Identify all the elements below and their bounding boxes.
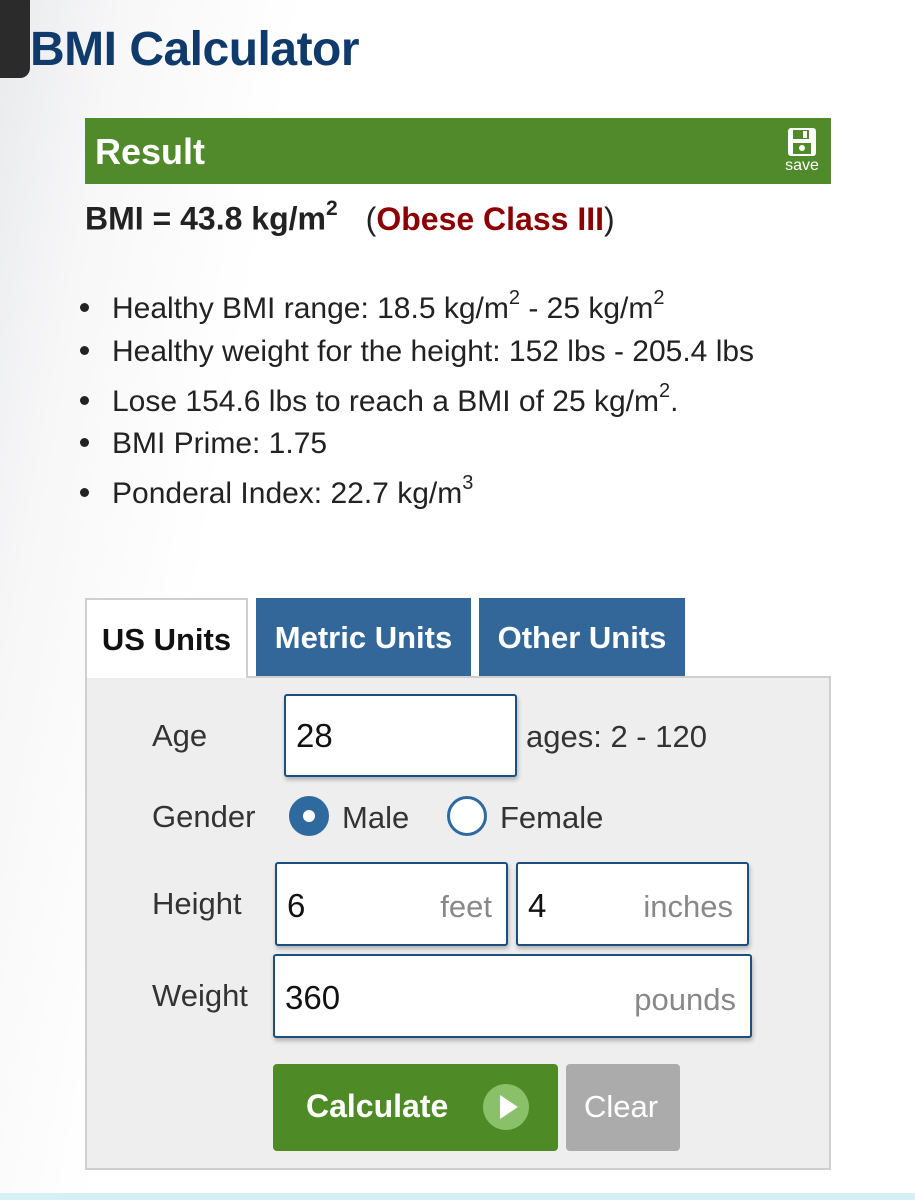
bullet (80, 487, 89, 497)
stat-ponderal-index: Ponderal Index: 22.7 kg/m3 (80, 472, 474, 511)
gender-male-radio[interactable] (289, 796, 329, 836)
bottom-strip (0, 1193, 915, 1200)
height-feet-input[interactable]: 6 feet (275, 862, 508, 946)
gender-male-label[interactable]: Male (342, 800, 409, 836)
page-title: BMI Calculator (30, 23, 360, 76)
bullet (80, 395, 89, 405)
height-feet-unit: feet (440, 889, 492, 924)
height-inches-value: 4 (528, 887, 547, 924)
height-feet-value: 6 (287, 887, 306, 924)
device-corner (0, 0, 30, 78)
stat-text: Healthy BMI range: 18.5 kg/m (112, 292, 509, 325)
bmi-classification: Obese Class III (376, 200, 604, 237)
stat-lose-weight: Lose 154.6 lbs to reach a BMI of 25 kg/m… (80, 380, 679, 419)
height-inches-input[interactable]: 4 inches (516, 862, 749, 946)
stat-exp: 2 (508, 287, 520, 309)
bmi-class-wrap: (Obese Class III) (365, 200, 615, 237)
stat-bmi-prime: BMI Prime: 1.75 (80, 427, 327, 461)
weight-input[interactable]: 360 pounds (273, 954, 752, 1038)
stat-text: . (670, 385, 679, 418)
gender-label: Gender (152, 799, 256, 834)
bmi-value: BMI = 43.8 kg/m (85, 200, 326, 237)
stat-text: - 25 kg/m (519, 292, 654, 325)
stat-exp: 2 (653, 287, 665, 309)
floppy-disk-icon (788, 128, 816, 156)
bullet (80, 437, 89, 447)
age-hint: ages: 2 - 120 (526, 719, 707, 754)
gender-female-radio[interactable] (447, 796, 487, 836)
stat-healthy-bmi-range: Healthy BMI range: 18.5 kg/m2 - 25 kg/m2 (80, 287, 665, 326)
age-input[interactable]: 28 (284, 694, 517, 777)
stat-exp: 2 (658, 380, 671, 402)
weight-value: 360 (285, 979, 341, 1016)
calculate-button[interactable]: Calculate (273, 1064, 558, 1151)
weight-label: Weight (152, 978, 248, 1013)
stat-text: Healthy weight for the height: 152 lbs -… (112, 335, 755, 368)
weight-unit: pounds (634, 982, 736, 1017)
calculate-label: Calculate (306, 1088, 449, 1124)
age-label: Age (152, 718, 208, 753)
save-label: save (785, 157, 819, 174)
clear-button[interactable]: Clear (566, 1064, 680, 1151)
gender-female-label[interactable]: Female (500, 800, 603, 836)
clear-label: Clear (584, 1089, 659, 1124)
bullet (80, 302, 89, 312)
bullet (80, 345, 89, 355)
stat-text: Ponderal Index: 22.7 kg/m (112, 477, 463, 510)
bmi-result: BMI = 43.8 kg/m2 (Obese Class III) (85, 197, 615, 238)
save-button[interactable]: save (781, 127, 823, 177)
tab-other-units[interactable]: Other Units (479, 598, 685, 676)
result-header: Result save (85, 118, 831, 184)
result-title: Result (95, 131, 206, 172)
play-arrow-icon (483, 1084, 529, 1130)
tab-us-units[interactable]: US Units (85, 598, 248, 678)
bmi-exponent: 2 (325, 197, 338, 220)
tab-metric-units[interactable]: Metric Units (256, 598, 471, 676)
height-label: Height (152, 886, 242, 921)
stat-text: BMI Prime: 1.75 (112, 427, 328, 460)
stat-exp: 3 (462, 472, 474, 494)
stat-healthy-weight: Healthy weight for the height: 152 lbs -… (80, 335, 754, 369)
age-value: 28 (296, 717, 333, 754)
stat-text: Lose 154.6 lbs to reach a BMI of 25 kg/m (112, 385, 659, 418)
height-inches-unit: inches (643, 889, 733, 924)
